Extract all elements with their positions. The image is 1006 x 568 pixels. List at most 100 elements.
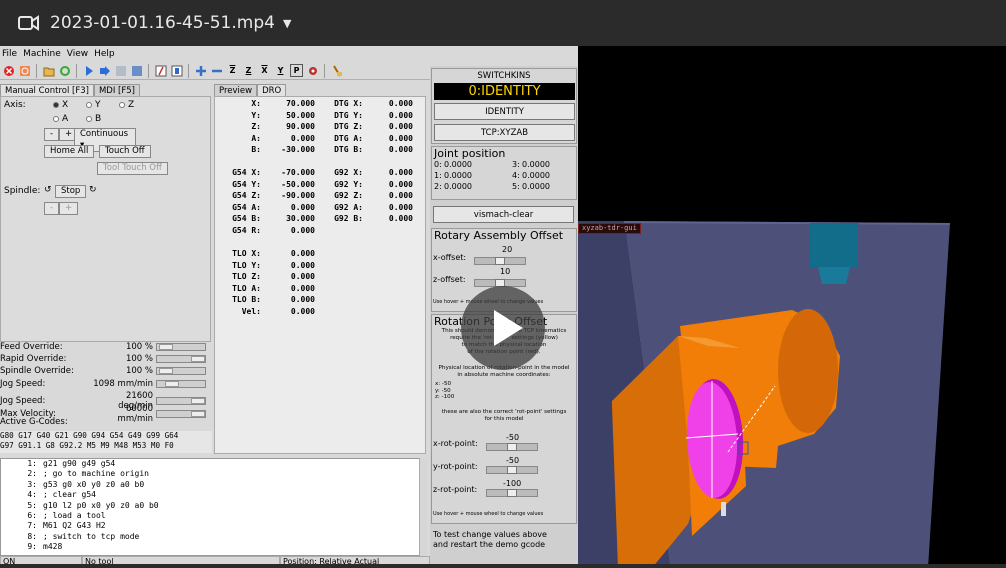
optional-stop-icon[interactable] [170,64,183,77]
z-rot-point-slider[interactable] [486,489,538,497]
gcode-line-text: ; go to machine origin [43,469,149,479]
x-offset-slider[interactable] [474,257,526,265]
y-rot-point-slider[interactable] [486,466,538,474]
spindle-increase-button[interactable]: + [59,202,79,215]
rotate-icon[interactable] [306,64,319,77]
zoom-in-icon[interactable] [194,64,207,77]
gcode-line[interactable]: 8: ; switch to tcp mode [1,532,425,542]
gcode-line[interactable]: 3: g53 g0 x0 y0 z0 a0 b0 [1,480,425,490]
rotation-point-coords: x: -50 y: -50 z: -100 [435,381,455,400]
z-rot-point-value: -100 [503,479,522,488]
home-all-button[interactable]: Home All [44,145,95,158]
identity-button[interactable]: IDENTITY [434,103,575,120]
play-button[interactable] [461,286,545,370]
joint-label: 0: [434,160,442,169]
gcode-scrollbar[interactable] [419,458,427,556]
menu-view[interactable]: View [67,49,88,59]
gcode-line[interactable]: 4: ; clear g54 [1,490,425,500]
view-z-icon[interactable]: Z [226,64,239,77]
dro-value: 70.000 [286,99,315,108]
gcode-line[interactable]: 5: g10 l2 p0 x0 y0 z0 a0 b0 [1,501,425,511]
joint-row: 1: 0.0000 4: 0.0000 [432,171,576,182]
view-x-icon[interactable]: X [258,64,271,77]
spindle-decrease-button[interactable]: - [44,202,60,215]
dro-row: X: 70.000 DTG X: 0.000 [215,99,427,110]
menu-help[interactable]: Help [94,49,115,59]
jog-minus-button[interactable]: - [44,128,60,141]
open-icon[interactable] [42,64,55,77]
progress-track[interactable] [0,564,1006,568]
axis-x-radio[interactable]: X [53,100,68,110]
dro-value: 50.000 [286,110,315,120]
zoom-out-icon[interactable] [210,64,223,77]
axis-b-radio[interactable]: B [86,114,101,124]
spindle-ccw-icon[interactable]: ↺ [44,185,52,195]
feed-override-slider[interactable] [156,343,206,351]
dro-row: Y: 50.000 DTG Y: 0.000 [215,111,427,122]
stop-icon[interactable] [130,64,143,77]
joint-value: 0.0000 [444,182,472,191]
axis-z-radio[interactable]: Z [119,100,134,110]
spindle-override-slider[interactable] [156,367,206,375]
reload-icon[interactable] [58,64,71,77]
x-rot-point-slider[interactable] [486,443,538,451]
view-y-icon[interactable]: Y [274,64,287,77]
gcode-line-number: 6: [27,510,37,520]
spindle-cw-icon[interactable]: ↻ [89,185,97,195]
z-offset-value: 10 [500,267,511,276]
gcode-line[interactable]: 9: m428 [1,542,425,552]
jog-speed-row: Jog Speed: 1098 mm/min [0,379,210,389]
joint-value: 0.0000 [522,182,550,191]
gcode-line[interactable]: 6: ; load a tool [1,511,425,521]
menu-machine[interactable]: Machine [23,49,61,59]
tool-touch-off-button[interactable]: Tool Touch Off [97,162,168,175]
gcode-line-number: 4: [27,490,37,500]
step-icon[interactable] [98,64,111,77]
vismach-clear-button[interactable]: vismach-clear [433,206,574,223]
joint-value: 0.0000 [522,171,550,180]
dro-label: G92 Z: [334,191,363,201]
run-icon[interactable] [82,64,95,77]
dro-label: B: [251,145,261,155]
view-z2-icon[interactable]: Z [242,64,255,77]
gcode-line-text: m428 [43,542,63,552]
test-note: To test change values above and restart t… [433,530,547,549]
touch-off-button[interactable]: Touch Off [99,145,151,158]
dro-row: G54 A: 0.000 G92 A: 0.000 [215,203,427,214]
video-header: 2023-01-01.16-45-51.mp4 ▼ [0,0,1006,46]
gcode-line-text: ; switch to tcp mode [43,531,140,541]
view-p-icon[interactable]: P [290,64,303,77]
power-icon[interactable] [18,64,31,77]
max-velocity-slider[interactable] [156,410,206,418]
menu-file[interactable]: File [2,49,17,59]
dro-label: DTG B: [334,145,363,155]
gcode-line[interactable]: 7: M61 Q2 G43 H2 [1,521,425,531]
dro-value: 0.000 [290,307,315,316]
dro-value: 0.000 [290,295,315,305]
pause-icon[interactable] [114,64,127,77]
dro-value: 0.000 [290,249,315,258]
rapid-override-slider[interactable] [156,355,206,363]
axis-y-radio[interactable]: Y [86,100,101,110]
dro-value: 0.000 [290,133,315,143]
block-delete-icon[interactable] [154,64,167,77]
z-offset-label: z-offset: [433,275,466,284]
rotation-point-hint: Use hover + mouse wheel to change values [433,511,544,517]
dro-label: DTG Y: [334,110,363,120]
dro-row: G54 X: -70.000 G92 X: 0.000 [215,168,427,179]
gcode-line[interactable]: 1: g21 g90 g49 g54 [1,459,425,469]
rapid-override-row: Rapid Override: 100 % [0,354,210,364]
clear-icon[interactable] [330,64,343,77]
estop-icon[interactable] [2,64,15,77]
dro-panel: X: 70.000 DTG X: 0.000 Y: 50.000 DTG Y: 0.000 Z:… [214,96,426,454]
dro-value: 0.000 [388,133,413,143]
gcode-listing[interactable]: 1: g21 g90 g49 g54 2: ; go to machine origi… [0,458,426,556]
axis-a-radio[interactable]: A [53,114,68,124]
spindle-stop-button[interactable]: Stop [55,185,87,198]
tcp-xyzab-button[interactable]: TCP:XYZAB [434,124,575,141]
vismach-3d-view[interactable]: xyzab-tdr-gui [578,46,1006,568]
gcode-line[interactable]: 2: ; go to machine origin [1,469,425,479]
chevron-down-icon[interactable]: ▼ [283,17,291,30]
jog-speed-slider[interactable] [156,380,206,388]
menu-bar: File Machine View Help [0,46,578,62]
